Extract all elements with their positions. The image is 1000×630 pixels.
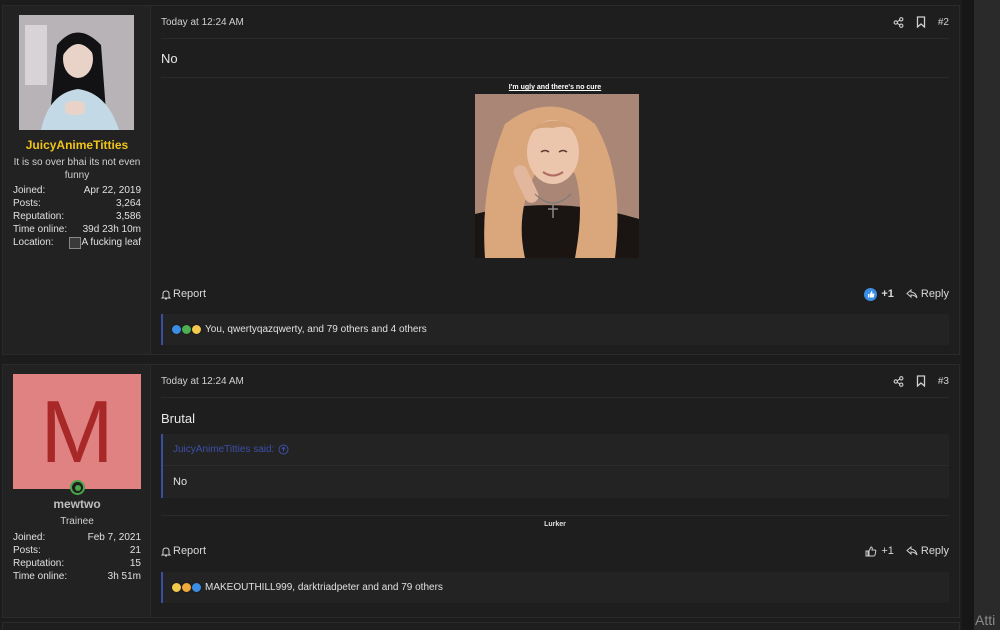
bookmark-icon[interactable] (910, 375, 932, 387)
like-icon (864, 287, 878, 301)
quote-header[interactable]: JuicyAnimeTitties said: (173, 442, 289, 456)
report-label: Report (173, 545, 207, 557)
post-number[interactable]: #3 (938, 376, 949, 387)
stat-value: Apr 22, 2019 (83, 185, 141, 196)
post-timestamp[interactable]: Today at 12:24 AM (161, 17, 888, 28)
stat-time-online: Time online: 39d 23h 10m (13, 223, 141, 236)
signature-text: Lurker (544, 521, 566, 528)
like-count: +1 (881, 545, 894, 557)
stat-label: Time online: (13, 224, 68, 235)
post-3: M mewtwo Trainee Joined: Feb 7, 2021 Post… (2, 364, 960, 618)
stat-joined: Joined: Apr 22, 2019 (13, 184, 141, 197)
stat-value: 15 (129, 558, 141, 569)
share-icon[interactable] (888, 16, 910, 28)
stat-posts: Posts: 21 (13, 544, 141, 557)
user-avatar[interactable] (19, 15, 134, 130)
bell-icon (161, 546, 171, 556)
like-reaction-icon (191, 582, 202, 593)
like-button[interactable]: +1 (864, 287, 894, 301)
online-status-icon (70, 480, 85, 495)
stat-time-online: Time online: 3h 51m (13, 570, 141, 583)
stat-label: Joined: (13, 185, 46, 196)
signature-image (475, 94, 639, 258)
report-button[interactable]: Report (161, 545, 206, 557)
stat-value: 3,586 (115, 211, 141, 222)
like-button[interactable]: +1 (865, 545, 894, 557)
stat-value: 21 (129, 545, 141, 556)
stat-reputation: Reputation: 15 (13, 557, 141, 570)
report-button[interactable]: Report (161, 288, 206, 300)
stat-label: Reputation: (13, 558, 65, 569)
reaction-icons (171, 324, 202, 335)
reactions-bar[interactable]: MAKEOUTHILL999, darktriadpeter and and 7… (161, 572, 949, 603)
user-title: It is so over bhai its not even funny (13, 157, 141, 181)
quote-arrow-icon[interactable] (278, 444, 289, 455)
stat-value: 3h 51m (107, 571, 141, 582)
next-post (2, 622, 960, 630)
stat-value: 3,264 (115, 198, 141, 209)
post-header: Today at 12:24 AM #2 (161, 6, 949, 39)
stat-location: Location: A fucking leaf (13, 236, 141, 249)
signature-caption[interactable]: I'm ugly and there's no cure (151, 84, 959, 91)
post-message: No (161, 51, 178, 66)
reply-icon (906, 546, 918, 556)
post-timestamp[interactable]: Today at 12:24 AM (161, 376, 888, 387)
user-avatar[interactable]: M (13, 374, 141, 489)
post-message: Brutal (161, 411, 195, 426)
quote-text: No (173, 476, 188, 488)
stat-label: Joined: (13, 532, 46, 543)
quote-author[interactable]: JuicyAnimeTitties said: (173, 444, 274, 455)
laugh-reaction-icon (191, 324, 202, 335)
post-main: Today at 12:24 AM #2 No I'm ugly and the… (151, 6, 959, 354)
post-actions: Report +1 Reply (161, 541, 949, 561)
side-panel (974, 0, 1000, 630)
like-icon (865, 545, 877, 556)
reply-icon (906, 289, 918, 299)
reply-button[interactable]: Reply (906, 545, 949, 557)
post-header: Today at 12:24 AM #3 (161, 365, 949, 398)
reactions-text[interactable]: You, qwertyqazqwerty, and 79 others and … (205, 324, 427, 335)
stat-label: Posts: (13, 198, 41, 209)
reactions-bar[interactable]: You, qwertyqazqwerty, and 79 others and … (161, 314, 949, 345)
username[interactable]: JuicyAnimeTitties (3, 138, 151, 152)
post-number[interactable]: #2 (938, 17, 949, 28)
stat-joined: Joined: Feb 7, 2021 (13, 531, 141, 544)
signature-divider (161, 77, 949, 78)
post-actions: Report +1 Reply (161, 284, 949, 304)
stat-label: Posts: (13, 545, 41, 556)
quote-block: JuicyAnimeTitties said: No (161, 434, 949, 498)
side-panel-text: Atti (975, 612, 996, 628)
avatar-initial: M (40, 381, 114, 481)
bookmark-icon[interactable] (910, 16, 932, 28)
reactions-text[interactable]: MAKEOUTHILL999, darktriadpeter and and 7… (205, 582, 443, 593)
report-label: Report (173, 288, 207, 300)
stat-posts: Posts: 3,264 (13, 197, 141, 210)
reply-label: Reply (920, 545, 949, 557)
location-flag-broken-image: A fucking leaf (69, 236, 141, 249)
stat-value: Feb 7, 2021 (87, 532, 141, 543)
post-user-cell: JuicyAnimeTitties It is so over bhai its… (3, 6, 151, 354)
stat-label: Reputation: (13, 211, 65, 222)
reply-label: Reply (920, 288, 949, 300)
stat-value: 39d 23h 10m (82, 224, 141, 235)
signature-divider (161, 515, 949, 516)
user-stats: Joined: Feb 7, 2021 Posts: 21 Reputation: 1… (13, 531, 141, 583)
post-user-cell: M mewtwo Trainee Joined: Feb 7, 2021 Post… (3, 365, 151, 617)
stat-reputation: Reputation: 3,586 (13, 210, 141, 223)
stat-label: Time online: (13, 571, 68, 582)
reaction-icons (171, 582, 202, 593)
user-stats: Joined: Apr 22, 2019 Posts: 3,264 Reputati… (13, 184, 141, 249)
bell-icon (161, 289, 171, 299)
reply-button[interactable]: Reply (906, 288, 949, 300)
post-main: Today at 12:24 AM #3 Brutal JuicyAnimeTi… (151, 365, 959, 617)
page-gutter (962, 0, 974, 630)
user-title: Trainee (60, 516, 94, 527)
share-icon[interactable] (888, 375, 910, 387)
quote-divider (163, 465, 949, 466)
like-count: +1 (881, 288, 894, 300)
username[interactable]: mewtwo (3, 497, 151, 511)
post-2: JuicyAnimeTitties It is so over bhai its… (2, 5, 960, 355)
stat-label: Location: (13, 237, 54, 248)
